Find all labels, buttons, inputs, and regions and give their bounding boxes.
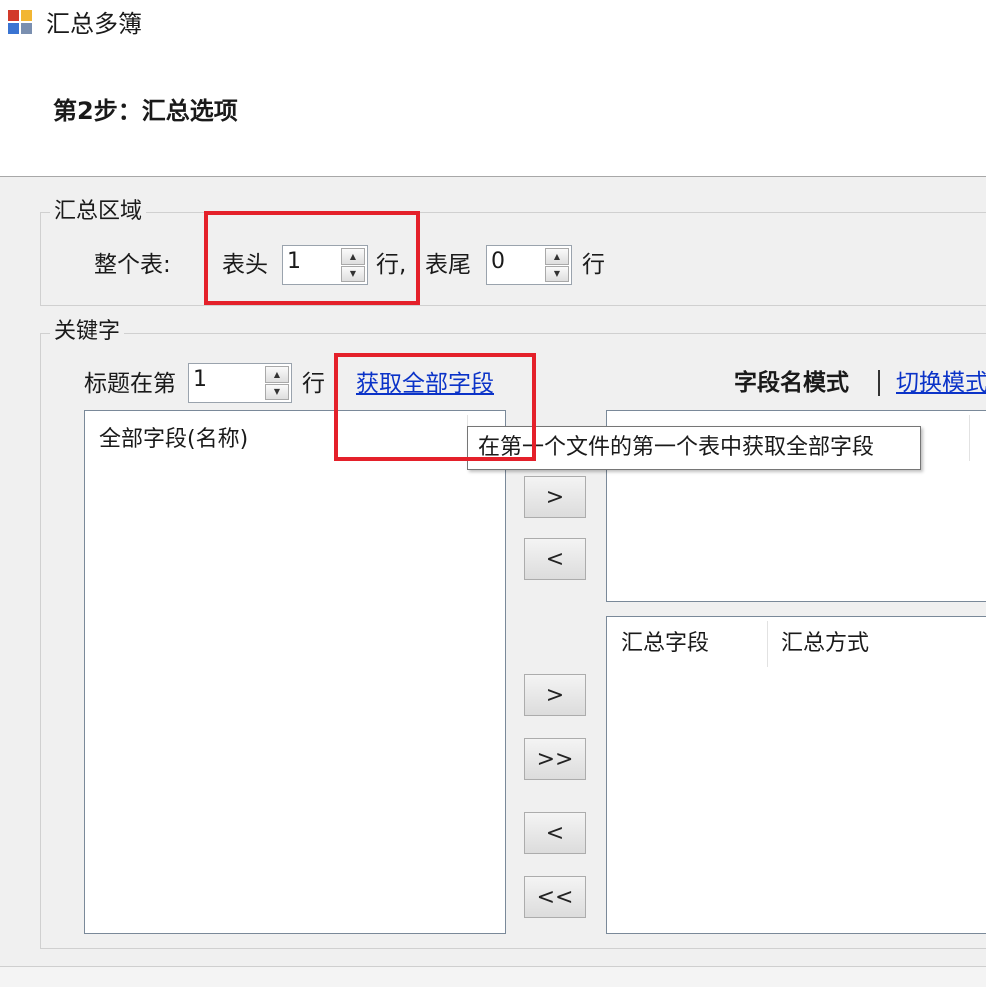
app-icon (8, 10, 34, 36)
summary-fields-list[interactable]: 汇总字段 汇总方式 (606, 616, 986, 934)
all-fields-list[interactable]: 全部字段(名称) (84, 410, 506, 934)
all-fields-column-header: 全部字段(名称) (99, 427, 249, 452)
window-title: 汇总多簿 (46, 10, 142, 38)
title-row-suffix: 行 (302, 371, 325, 397)
remove-summary-field-button[interactable]: < (524, 812, 586, 854)
spin-down-icon[interactable]: ▼ (545, 265, 569, 282)
rows-label: 行 (582, 252, 605, 278)
title-row-spinner[interactable]: 1 ▲ ▼ (188, 363, 292, 403)
summary-field-column-header: 汇总字段 (621, 631, 710, 656)
field-name-mode-label: 字段名模式 (734, 370, 849, 396)
spin-down-icon[interactable]: ▼ (265, 383, 289, 400)
whole-table-label: 整个表: (94, 252, 171, 278)
spin-up-icon[interactable]: ▲ (265, 366, 289, 383)
column-divider (767, 621, 768, 667)
column-divider (969, 415, 970, 461)
keyword-legend: 关键字 (50, 318, 125, 346)
switch-mode-link[interactable]: 切换模式 (896, 368, 986, 398)
remove-key-field-button[interactable]: < (524, 538, 586, 580)
summary-area-legend: 汇总区域 (50, 198, 147, 226)
title-row-label: 标题在第 (84, 371, 176, 397)
mode-separator (878, 370, 880, 396)
wizard-header: 第2步：汇总选项 (0, 50, 986, 177)
footer-rows-label: 表尾 (425, 252, 471, 278)
title-row-value[interactable]: 1 (193, 367, 207, 393)
bottom-bar (0, 966, 986, 987)
add-summary-field-button[interactable]: > (524, 674, 586, 716)
step-title: 第2步：汇总选项 (53, 97, 238, 125)
remove-all-summary-fields-button[interactable]: << (524, 876, 586, 918)
title-bar: 汇总多簿 (0, 0, 986, 50)
summary-method-column-header: 汇总方式 (781, 631, 870, 656)
footer-rows-value[interactable]: 0 (491, 249, 505, 275)
footer-rows-spinner[interactable]: 0 ▲ ▼ (486, 245, 572, 285)
highlight-box (334, 353, 536, 461)
add-all-summary-fields-button[interactable]: >> (524, 738, 586, 780)
spin-up-icon[interactable]: ▲ (545, 248, 569, 265)
add-key-field-button[interactable]: > (524, 476, 586, 518)
highlight-box (204, 211, 420, 305)
